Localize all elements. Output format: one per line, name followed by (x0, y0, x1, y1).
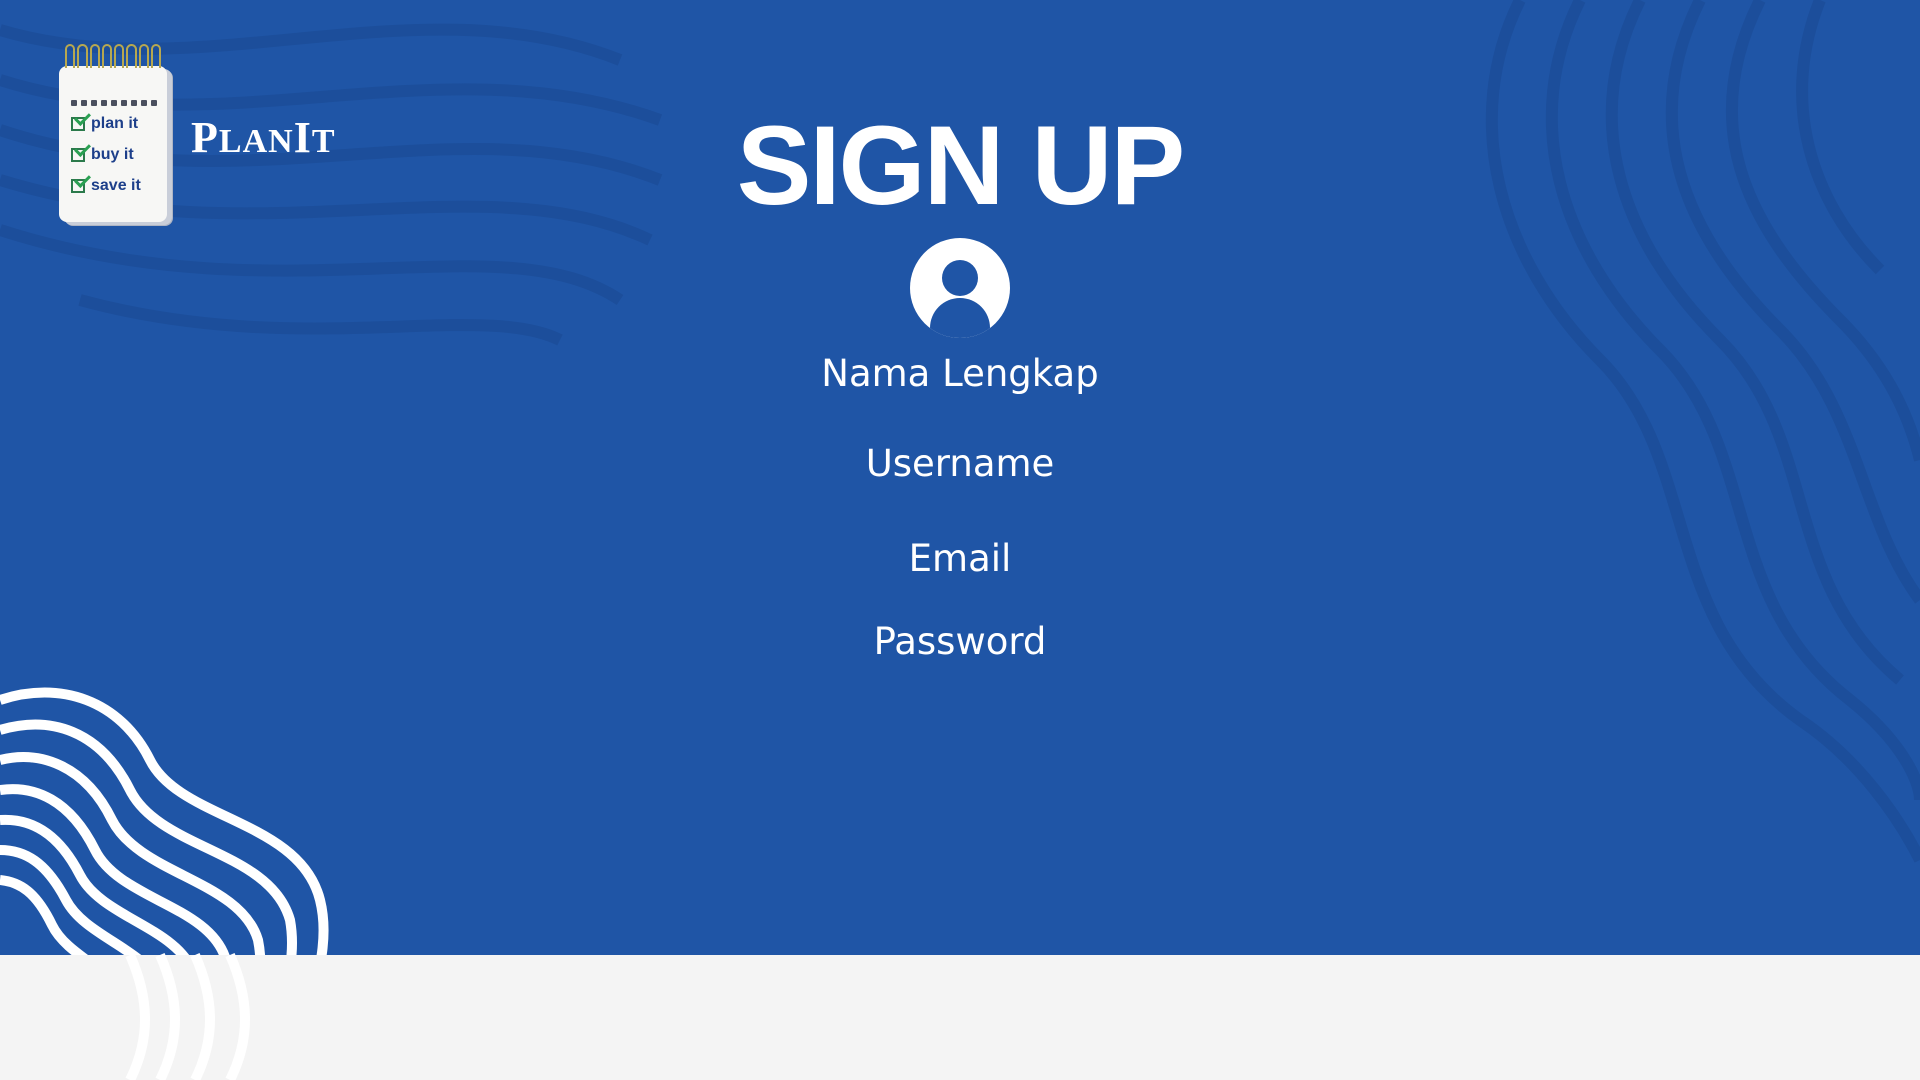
footer-band (0, 955, 1920, 1080)
full-name-field[interactable]: Nama Lengkap (0, 352, 1920, 395)
notepad-holes (71, 100, 157, 106)
user-avatar-icon[interactable] (910, 238, 1010, 338)
page-title: SIGN UP (736, 103, 1186, 228)
username-field[interactable]: Username (0, 442, 1920, 485)
password-field[interactable]: Password (0, 620, 1920, 663)
email-field[interactable]: Email (0, 537, 1920, 580)
spiral-rings (65, 44, 161, 78)
